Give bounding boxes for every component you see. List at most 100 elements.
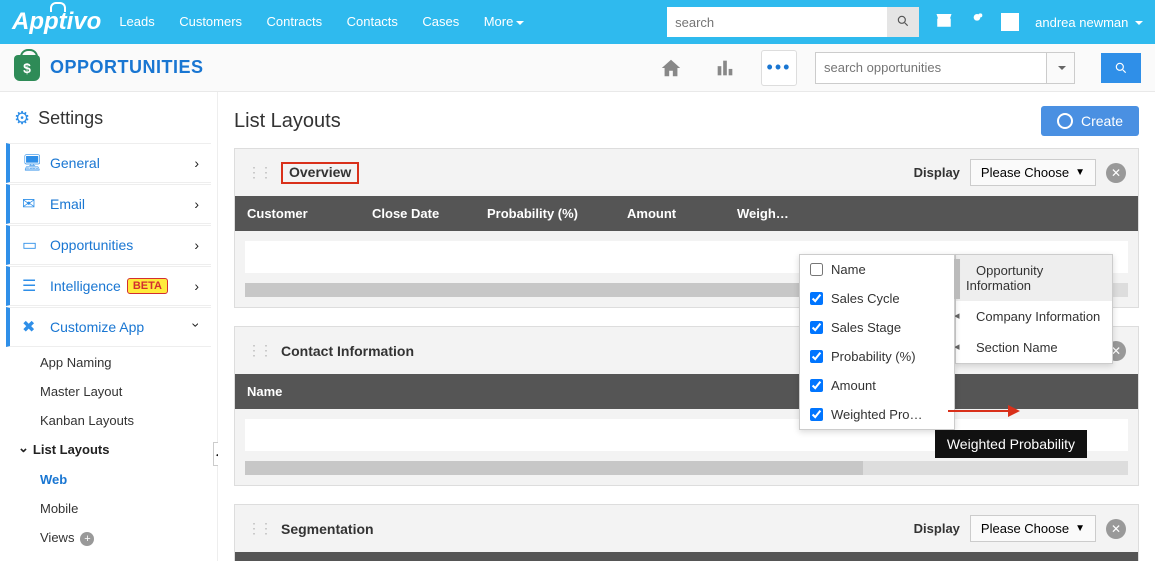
global-search-button[interactable]	[887, 7, 919, 37]
sidebar-item-opportunities[interactable]: ▭Opportunities›	[6, 225, 211, 265]
col-weighted: Weigh…	[725, 196, 1138, 231]
avatar[interactable]	[1001, 13, 1019, 31]
section-option[interactable]: Company Information	[956, 301, 1112, 332]
monitor-icon: 🖥	[22, 153, 40, 173]
hscroll[interactable]	[245, 461, 1128, 475]
opportunities-icon: $	[14, 55, 40, 81]
page-title: List Layouts	[234, 110, 341, 133]
col-closedate: Close Date	[360, 196, 475, 231]
top-bar: Apptivo Leads Customers Contracts Contac…	[0, 0, 1155, 44]
section-segmentation: ⋮⋮ Segmentation Display Please Choose▼ ✕…	[234, 504, 1139, 561]
col-name: Name	[235, 552, 485, 561]
notifications-icon[interactable]	[969, 12, 985, 33]
mail-icon: ✉	[22, 194, 40, 214]
caret-down-icon	[1135, 21, 1143, 25]
display-label: Display	[914, 521, 960, 536]
nav-more[interactable]: More	[484, 14, 525, 29]
global-search	[667, 7, 919, 37]
field-option[interactable]: Sales Stage	[800, 313, 954, 342]
global-search-input[interactable]	[667, 7, 887, 37]
logo[interactable]: Apptivo	[12, 8, 101, 36]
section-close[interactable]: ✕	[1106, 519, 1126, 539]
col-tags: Tags	[985, 552, 1138, 561]
annotation-arrow	[948, 410, 1018, 412]
display-dropdown[interactable]: Please Choose▼	[970, 159, 1096, 186]
opportunity-search-input[interactable]	[816, 53, 1046, 83]
field-option[interactable]: Name	[800, 255, 954, 284]
drag-handle-icon[interactable]: ⋮⋮	[247, 164, 271, 181]
field-option[interactable]: Weighted Pro…	[800, 400, 954, 429]
nav-leads[interactable]: Leads	[119, 14, 154, 29]
section-title: Segmentation	[281, 521, 374, 537]
user-menu[interactable]: andrea newman	[1035, 15, 1143, 30]
checkbox[interactable]	[810, 379, 823, 392]
caret-down-icon	[1058, 66, 1066, 70]
sub-mobile[interactable]: Mobile	[30, 494, 217, 523]
reports-button[interactable]	[707, 50, 743, 86]
store-icon[interactable]	[935, 11, 953, 34]
display-dropdown[interactable]: Please Choose▼	[970, 515, 1096, 542]
field-option[interactable]: Sales Cycle	[800, 284, 954, 313]
sidebar-item-customize[interactable]: ✖Customize App›	[6, 307, 211, 347]
list-icon: ☰	[22, 276, 40, 296]
nav-customers[interactable]: Customers	[179, 14, 242, 29]
table-header: Name Contact	[235, 374, 1138, 409]
col-name: Name	[235, 374, 805, 409]
checkbox[interactable]	[810, 408, 823, 421]
drag-handle-icon[interactable]: ⋮⋮	[247, 520, 271, 537]
search-dropdown[interactable]	[1046, 53, 1074, 83]
opportunity-search	[815, 52, 1075, 84]
sidebar-item-general[interactable]: 🖥General›	[6, 143, 211, 183]
sub-web[interactable]: Web	[30, 465, 217, 494]
display-label: Display	[914, 165, 960, 180]
col-amount: Amount	[615, 196, 725, 231]
vscroll[interactable]	[954, 255, 960, 429]
top-right-icons: andrea newman	[935, 11, 1143, 34]
beta-badge: BETA	[127, 278, 168, 294]
create-button[interactable]: Create	[1041, 106, 1139, 136]
sub-kanban-layouts[interactable]: Kanban Layouts	[30, 406, 217, 435]
sidebar-item-email[interactable]: ✉Email›	[6, 184, 211, 224]
section-option[interactable]: Section Name	[956, 332, 1112, 363]
checkbox[interactable]	[810, 263, 823, 276]
fields-popup: Name Sales Cycle Sales Stage Probability…	[799, 254, 955, 430]
main-content: List Layouts Create ⋮⋮ Overview Display …	[218, 92, 1155, 561]
col-leadsource: Lead Source	[735, 552, 985, 561]
table-header: Customer Close Date Probability (%) Amou…	[235, 196, 1138, 231]
drag-handle-icon[interactable]: ⋮⋮	[247, 342, 271, 359]
section-close[interactable]: ✕	[1106, 163, 1126, 183]
nav-contracts[interactable]: Contracts	[267, 14, 323, 29]
tooltip: Weighted Probability	[935, 430, 1087, 458]
sub-master-layout[interactable]: Master Layout	[30, 377, 217, 406]
checkbox[interactable]	[810, 321, 823, 334]
col-contact: Contact	[485, 552, 735, 561]
sub-list-layouts[interactable]: List Layouts	[18, 435, 217, 465]
card-icon: ▭	[22, 235, 40, 255]
sub-app-naming[interactable]: App Naming	[30, 348, 217, 377]
checkbox[interactable]	[810, 350, 823, 363]
tools-icon: ✖	[22, 317, 40, 337]
sub-views[interactable]: Views	[30, 523, 217, 553]
gear-icon: ⚙	[14, 108, 30, 129]
section-title: Overview	[289, 164, 351, 180]
section-title: Contact Information	[281, 343, 414, 359]
top-nav: Leads Customers Contracts Contacts Cases…	[119, 13, 524, 31]
field-option[interactable]: Amount	[800, 371, 954, 400]
section-option[interactable]: Opportunity Information	[956, 255, 1112, 301]
caret-down-icon	[516, 21, 524, 25]
more-button[interactable]: •••	[761, 50, 797, 86]
checkbox[interactable]	[810, 292, 823, 305]
sidebar-item-intelligence[interactable]: ☰IntelligenceBETA›	[6, 266, 211, 306]
search-button[interactable]	[1101, 53, 1141, 83]
field-option[interactable]: Probability (%)	[800, 342, 954, 371]
col-probability: Probability (%)	[475, 196, 615, 231]
home-button[interactable]	[653, 50, 689, 86]
module-header: $ OPPORTUNITIES •••	[0, 44, 1155, 92]
nav-cases[interactable]: Cases	[422, 14, 459, 29]
settings-heading: ⚙Settings	[0, 100, 217, 137]
nav-contacts[interactable]: Contacts	[347, 14, 398, 29]
module-title: OPPORTUNITIES	[50, 57, 204, 78]
table-header: Name Contact Lead Source Tags	[235, 552, 1138, 561]
col-customer: Customer	[235, 196, 360, 231]
settings-sidebar: ◀ ⚙Settings 🖥General› ✉Email› ▭Opportuni…	[0, 92, 218, 561]
